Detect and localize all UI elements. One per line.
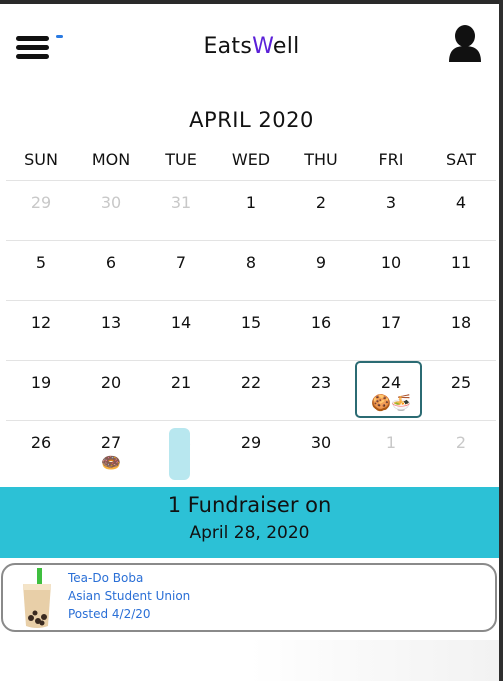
calendar-day[interactable]: 5 xyxy=(6,241,76,301)
fundraiser-date: April 28, 2020 xyxy=(189,523,310,543)
calendar-day[interactable]: 30 xyxy=(286,421,356,481)
selected-day-outline xyxy=(355,361,422,418)
day-number: 15 xyxy=(240,313,262,332)
day-number: 31 xyxy=(170,193,192,212)
day-number: 22 xyxy=(240,373,262,392)
app-title-suffix: ell xyxy=(272,34,300,59)
calendar-day[interactable]: 11 xyxy=(426,241,496,301)
calendar-day[interactable]: 4 xyxy=(426,181,496,241)
weekday-label: THU xyxy=(304,150,338,169)
calendar-day[interactable]: 22 xyxy=(216,361,286,421)
calendar-day[interactable]: 14 xyxy=(146,301,216,361)
calendar-day[interactable]: 19 xyxy=(6,361,76,421)
day-number: 14 xyxy=(170,313,192,332)
calendar-day[interactable]: 29 xyxy=(216,421,286,481)
bubble-tea-icon xyxy=(23,568,51,628)
event-card[interactable]: Tea-Do Boba Asian Student Union Posted 4… xyxy=(1,563,497,632)
weekday-label: SUN xyxy=(24,150,58,169)
day-number: 21 xyxy=(170,373,192,392)
weekday-label: TUE xyxy=(165,150,197,169)
day-number: 25 xyxy=(450,373,472,392)
day-number: 19 xyxy=(30,373,52,392)
calendar-day[interactable]: 26 xyxy=(6,421,76,481)
calendar-day[interactable]: 2 xyxy=(286,181,356,241)
calendar-day[interactable]: 1 xyxy=(216,181,286,241)
calendar-day[interactable]: 30 xyxy=(76,181,146,241)
day-number: 7 xyxy=(175,253,187,272)
highlighted-day-marker xyxy=(169,428,190,480)
app-header: EatsWell xyxy=(0,4,499,88)
window-right-edge xyxy=(499,0,503,681)
app-title-w: W xyxy=(252,34,273,59)
day-number: 30 xyxy=(310,433,332,452)
calendar-day[interactable]: 6 xyxy=(76,241,146,301)
day-number: 30 xyxy=(100,193,122,212)
fundraiser-banner: 1 Fundraiser on April 28, 2020 xyxy=(0,487,499,558)
day-number: 2 xyxy=(455,433,467,452)
day-number: 10 xyxy=(380,253,402,272)
day-number: 6 xyxy=(105,253,117,272)
day-event-icons: 🍩 xyxy=(101,453,121,472)
day-number: 11 xyxy=(450,253,472,272)
user-icon[interactable] xyxy=(447,24,483,64)
calendar-day[interactable]: 25 xyxy=(426,361,496,421)
calendar-month-title: APRIL 2020 xyxy=(189,108,314,132)
day-number: 29 xyxy=(240,433,262,452)
calendar-day[interactable]: 15 xyxy=(216,301,286,361)
day-number: 5 xyxy=(35,253,47,272)
calendar-day[interactable]: 13 xyxy=(76,301,146,361)
day-number: 12 xyxy=(30,313,52,332)
day-number: 3 xyxy=(385,193,397,212)
day-number: 1 xyxy=(385,433,397,452)
day-number: 4 xyxy=(455,193,467,212)
day-number: 16 xyxy=(310,313,332,332)
calendar-day[interactable]: 21 xyxy=(146,361,216,421)
calendar-day[interactable]: 23 xyxy=(286,361,356,421)
day-number: 9 xyxy=(315,253,327,272)
calendar-day[interactable]: 16 xyxy=(286,301,356,361)
calendar-day[interactable]: 27 🍩 xyxy=(76,421,146,481)
calendar-day[interactable]: 12 xyxy=(6,301,76,361)
event-organization[interactable]: Asian Student Union xyxy=(68,589,190,603)
calendar-day[interactable]: 10 xyxy=(356,241,426,301)
day-number: 23 xyxy=(310,373,332,392)
calendar-day[interactable]: 9 xyxy=(286,241,356,301)
event-posted-date: Posted 4/2/20 xyxy=(68,607,151,621)
day-number: 1 xyxy=(245,193,257,212)
calendar-day[interactable]: 8 xyxy=(216,241,286,301)
calendar-day[interactable]: 1 xyxy=(356,421,426,481)
weekday-label: FRI xyxy=(378,150,404,169)
app-title-prefix: Eats xyxy=(203,34,253,59)
calendar-day[interactable]: 2 xyxy=(426,421,496,481)
calendar-day[interactable]: 7 xyxy=(146,241,216,301)
calendar-day[interactable]: 17 xyxy=(356,301,426,361)
day-number: 13 xyxy=(100,313,122,332)
day-number: 26 xyxy=(30,433,52,452)
day-number: 29 xyxy=(30,193,52,212)
day-number: 17 xyxy=(380,313,402,332)
calendar-day[interactable]: 31 xyxy=(146,181,216,241)
bottom-area xyxy=(0,640,499,681)
calendar-day[interactable]: 3 xyxy=(356,181,426,241)
calendar-day[interactable]: 20 xyxy=(76,361,146,421)
day-number: 27 xyxy=(100,433,122,452)
day-number: 8 xyxy=(245,253,257,272)
calendar-day[interactable]: 29 xyxy=(6,181,76,241)
weekday-label: WED xyxy=(231,150,271,169)
calendar-day[interactable]: 18 xyxy=(426,301,496,361)
day-number: 20 xyxy=(100,373,122,392)
weekday-label: MON xyxy=(91,150,131,169)
weekday-label: SAT xyxy=(446,150,476,169)
day-number: 18 xyxy=(450,313,472,332)
day-number: 2 xyxy=(315,193,327,212)
event-name[interactable]: Tea-Do Boba xyxy=(68,571,143,585)
fundraiser-count: 1 Fundraiser on xyxy=(167,493,332,517)
weekday-header-row: SUN MON TUE WED THU FRI SAT xyxy=(6,150,496,174)
app-title: EatsWell xyxy=(0,34,503,59)
